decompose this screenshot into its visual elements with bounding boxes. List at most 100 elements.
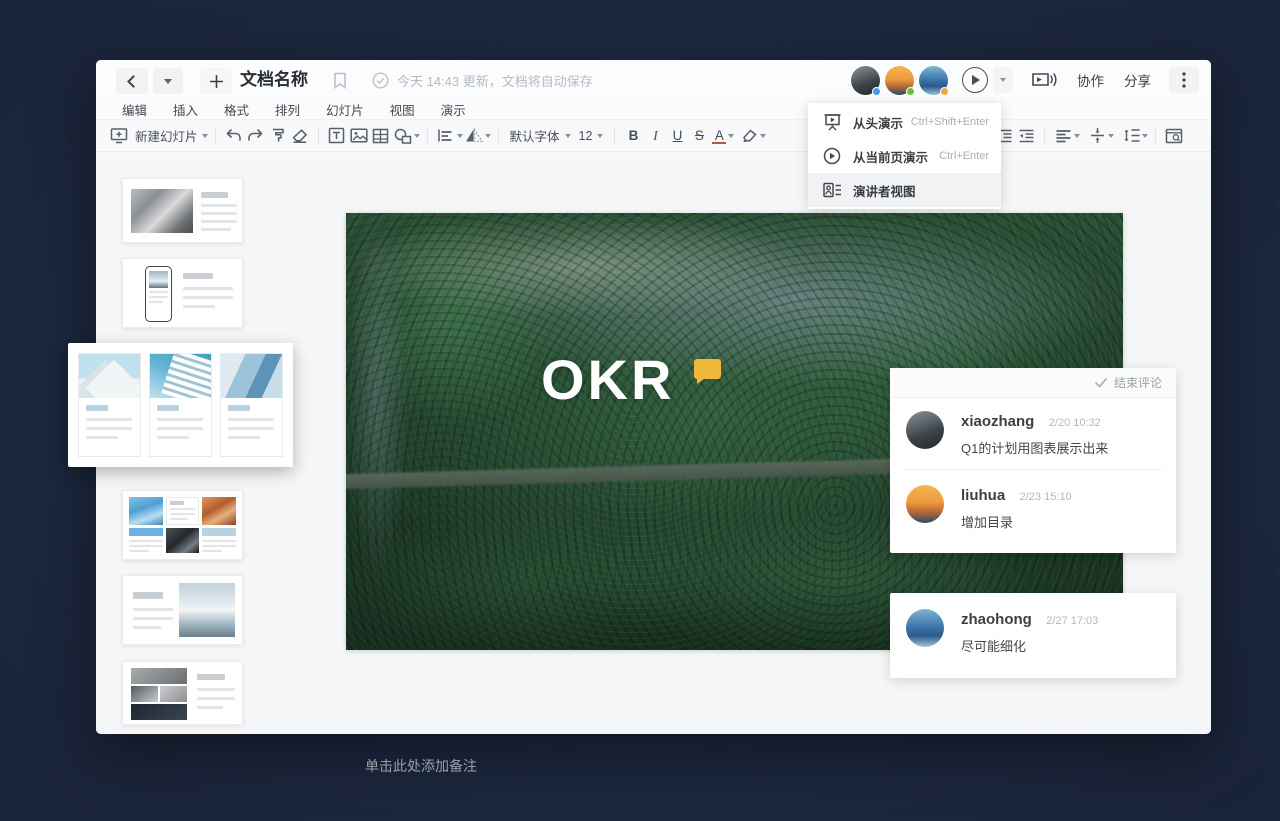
- comment-body: zhaohong 2/27 17:03 尽可能细化: [961, 609, 1098, 655]
- chevron-down-icon[interactable]: [414, 134, 420, 138]
- thumb-line: [197, 688, 235, 691]
- comment-item: xiaozhang 2/20 10:32 Q1的计划用图表展示出来: [890, 398, 1176, 467]
- menu-format[interactable]: 格式: [224, 100, 249, 119]
- back-history-dropdown[interactable]: [153, 68, 183, 94]
- thumb-title-bar: [201, 192, 228, 198]
- kebab-menu-icon: [1182, 72, 1186, 88]
- chevron-down-icon[interactable]: [760, 134, 766, 138]
- collaborate-button[interactable]: 协作: [1077, 70, 1104, 90]
- thumb-line: [202, 550, 222, 552]
- screencast-button[interactable]: [1031, 70, 1057, 90]
- save-status: 今天 14:43 更新，文档将自动保存: [372, 60, 593, 100]
- clear-format-button[interactable]: [289, 123, 311, 149]
- highlight-color-button[interactable]: [738, 123, 760, 149]
- insert-shape-button[interactable]: [392, 123, 414, 149]
- vertical-center-icon: [1090, 127, 1105, 144]
- flip-button[interactable]: [463, 123, 485, 149]
- slide-thumbnail-2[interactable]: [122, 258, 243, 328]
- menu-present[interactable]: 演示: [441, 100, 466, 119]
- menu-item-shortcut: Ctrl+Shift+Enter: [911, 116, 989, 128]
- comment-marker-icon[interactable]: [694, 359, 721, 379]
- undo-button[interactable]: [223, 123, 245, 149]
- slide-thumbnail-5[interactable]: [122, 575, 243, 645]
- slide-thumbnail-4[interactable]: [122, 490, 243, 560]
- text-color-button[interactable]: A: [710, 128, 728, 143]
- divider: [1044, 127, 1045, 145]
- comment-thread-panel: 结束评论 xiaozhang 2/20 10:32 Q1的计划用图表展示出来 l…: [890, 368, 1176, 553]
- underline-button[interactable]: U: [666, 128, 688, 143]
- insert-table-button[interactable]: [370, 123, 392, 149]
- align-icon: [437, 128, 454, 143]
- comment-item: zhaohong 2/27 17:03 尽可能细化: [890, 593, 1176, 665]
- slide-thumbnail-6[interactable]: [122, 661, 243, 725]
- format-painter-button[interactable]: [267, 123, 289, 149]
- menu-slide[interactable]: 幻灯片: [326, 100, 364, 119]
- divider: [318, 127, 319, 145]
- chevron-down-icon[interactable]: [1108, 134, 1114, 138]
- slide-thumbnail-3-selected[interactable]: [68, 343, 293, 467]
- screencast-icon: [1031, 70, 1057, 90]
- collaborator-avatar-2[interactable]: [885, 66, 914, 95]
- thumb-line: [170, 518, 188, 520]
- resolve-comments-button[interactable]: 结束评论: [890, 368, 1176, 398]
- menu-item-presenter-view[interactable]: 演讲者视图: [808, 173, 1001, 207]
- bookmark-icon[interactable]: [333, 72, 347, 94]
- thumb-photo-gray: [131, 686, 158, 702]
- chevron-down-icon[interactable]: [485, 134, 491, 138]
- chevron-down-icon[interactable]: [202, 134, 208, 138]
- document-title[interactable]: 文档名称: [240, 60, 308, 100]
- notes-placeholder[interactable]: 单击此处添加备注: [365, 756, 477, 776]
- present-options-dropdown[interactable]: [993, 67, 1013, 93]
- chevron-down-icon[interactable]: [1142, 134, 1148, 138]
- more-menu-button[interactable]: [1169, 67, 1199, 93]
- collaborator-avatar-1[interactable]: [851, 66, 880, 95]
- share-button[interactable]: 分享: [1124, 70, 1151, 90]
- back-button[interactable]: [116, 68, 148, 94]
- collaborator-avatar-3[interactable]: [919, 66, 948, 95]
- line-spacing-button[interactable]: [1120, 123, 1142, 149]
- redo-button[interactable]: [245, 123, 267, 149]
- strikethrough-button[interactable]: S: [688, 128, 710, 143]
- slide-thumbnail-1[interactable]: [122, 178, 243, 243]
- circle-play-icon: [822, 147, 842, 165]
- menu-item-present-from-start[interactable]: 从头演示 Ctrl+Shift+Enter: [808, 105, 1001, 139]
- menu-insert[interactable]: 插入: [173, 100, 198, 119]
- vertical-align-button[interactable]: [1086, 123, 1108, 149]
- thumb-line: [202, 540, 236, 542]
- comment-text: 增加目录: [961, 512, 1072, 531]
- menu-bar: 编辑 插入 格式 排列 幻灯片 视图 演示: [96, 100, 1211, 119]
- menu-edit[interactable]: 编辑: [122, 100, 147, 119]
- slide-title-text[interactable]: OKR: [541, 351, 674, 410]
- insert-image-button[interactable]: [348, 123, 370, 149]
- new-document-button[interactable]: [200, 68, 232, 94]
- check-icon: [1094, 377, 1108, 388]
- thumb-photo-canyon: [202, 497, 236, 525]
- new-slide-label[interactable]: 新建幻灯片: [135, 126, 198, 145]
- indent-button[interactable]: [1015, 123, 1037, 149]
- italic-button[interactable]: I: [644, 128, 666, 144]
- thumb-line: [183, 305, 215, 308]
- slide-layout-button[interactable]: [1163, 123, 1185, 149]
- status-dot: [906, 87, 915, 96]
- slide-title-block[interactable]: OKR: [541, 351, 721, 410]
- thumb-title-bar: [86, 405, 108, 411]
- new-slide-button[interactable]: [108, 123, 130, 149]
- text-box-button[interactable]: [326, 123, 348, 149]
- menu-item-present-from-current[interactable]: 从当前页演示 Ctrl+Enter: [808, 139, 1001, 173]
- font-size-select[interactable]: 12: [575, 129, 608, 143]
- menu-view[interactable]: 视图: [390, 100, 415, 119]
- chevron-down-icon: [597, 134, 603, 138]
- chevron-down-icon[interactable]: [1074, 134, 1080, 138]
- thumb-phone-photo: [149, 271, 168, 288]
- thumb-line: [228, 427, 274, 430]
- chevron-down-icon[interactable]: [728, 134, 734, 138]
- object-align-button[interactable]: [435, 123, 457, 149]
- thumb-photo-building-1: [79, 354, 140, 398]
- horizontal-align-button[interactable]: [1052, 123, 1074, 149]
- present-button[interactable]: [962, 67, 988, 93]
- font-family-select[interactable]: 默认字体: [506, 126, 575, 145]
- bold-button[interactable]: B: [622, 128, 644, 143]
- commenter-name: liuhua: [961, 487, 1005, 504]
- menu-arrange[interactable]: 排列: [275, 100, 300, 119]
- thumb-line: [149, 291, 168, 293]
